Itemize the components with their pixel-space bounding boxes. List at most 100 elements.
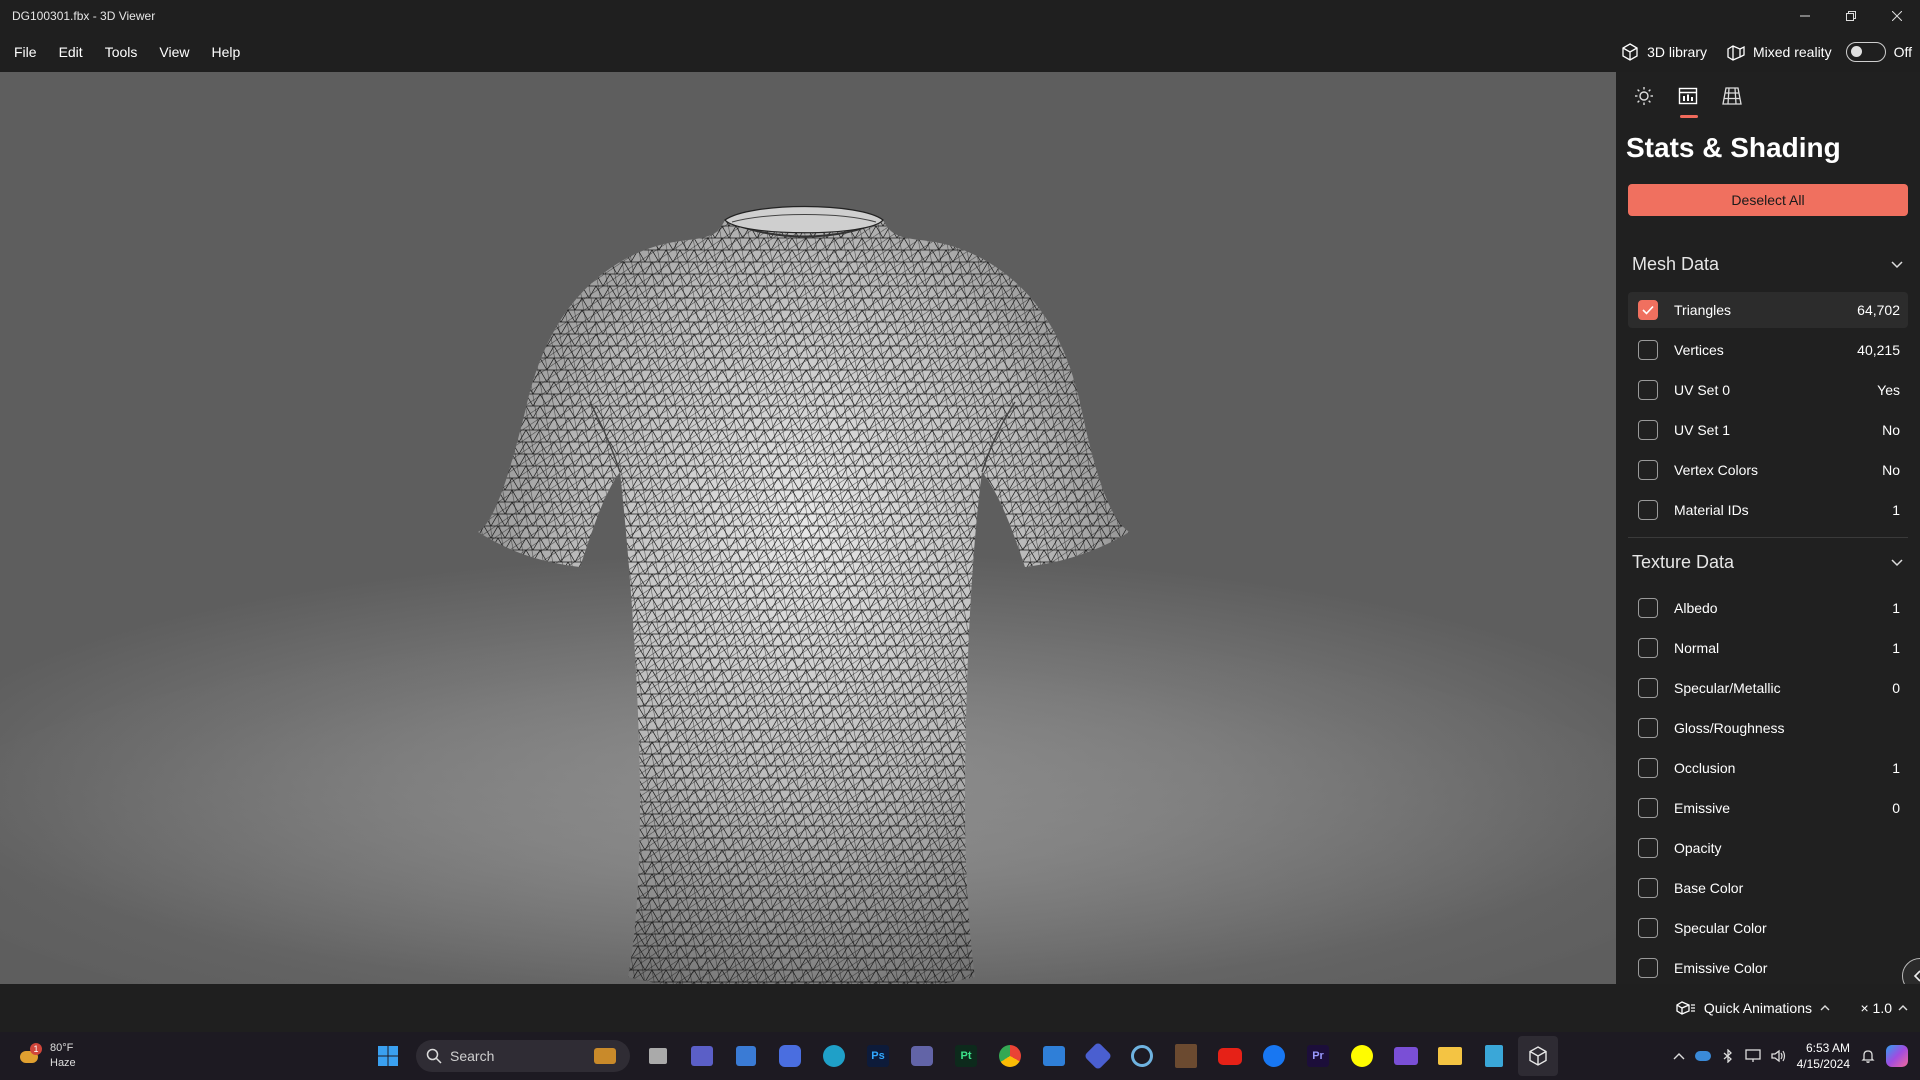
texture-row-opacity[interactable]: Opacity (1628, 830, 1908, 866)
taskbar-youtube[interactable] (1210, 1036, 1250, 1076)
texture-row-emissive-color[interactable]: Emissive Color (1628, 950, 1908, 984)
row-value: No (1882, 462, 1900, 478)
mesh-row-triangles[interactable]: Triangles 64,702 (1628, 292, 1908, 328)
quick-animations-button[interactable]: Quick Animations (1676, 984, 1830, 1032)
3d-viewport[interactable] (0, 72, 1616, 984)
onedrive-icon[interactable] (1694, 1051, 1711, 1061)
3d-model[interactable] (470, 142, 1140, 984)
start-button[interactable] (368, 1036, 408, 1076)
teams-icon (691, 1046, 713, 1066)
system-clock[interactable]: 6:53 AM 4/15/2024 (1797, 1040, 1850, 1072)
checkbox[interactable] (1638, 798, 1658, 818)
menu-help[interactable]: Help (203, 32, 254, 72)
row-label: Specular/Metallic (1674, 680, 1781, 696)
taskbar-task-view[interactable] (638, 1036, 678, 1076)
photoshop-icon: Ps (867, 1045, 889, 1067)
texture-data-header[interactable]: Texture Data (1628, 542, 1912, 582)
mesh-row-vertices[interactable]: Vertices 40,215 (1628, 332, 1908, 368)
taskbar-search[interactable]: Search (416, 1040, 630, 1072)
title-bar: DG100301.fbx - 3D Viewer (0, 0, 1920, 32)
row-value: 1 (1892, 600, 1900, 616)
photos-icon (1043, 1046, 1065, 1066)
system-tray: 6:53 AM 4/15/2024 (1673, 1032, 1908, 1080)
chevron-up-icon[interactable] (1673, 1052, 1685, 1060)
menu-tools[interactable]: Tools (97, 32, 152, 72)
3d-library-button[interactable]: 3D library (1615, 43, 1713, 61)
checkbox[interactable] (1638, 340, 1658, 360)
texture-row-gloss-roughness[interactable]: Gloss/Roughness (1628, 710, 1908, 746)
taskbar-teams[interactable] (902, 1036, 942, 1076)
taskbar-copilot[interactable] (770, 1036, 810, 1076)
menu-view[interactable]: View (151, 32, 203, 72)
restore-button[interactable] (1828, 0, 1874, 32)
mesh-row-uv-set-1[interactable]: UV Set 1 No (1628, 412, 1908, 448)
deselect-all-button[interactable]: Deselect All (1628, 184, 1908, 216)
mesh-row-material-ids[interactable]: Material IDs 1 (1628, 492, 1908, 528)
mixed-reality-toggle[interactable] (1845, 42, 1886, 62)
texture-row-albedo[interactable]: Albedo 1 (1628, 590, 1908, 626)
checkbox[interactable] (1638, 718, 1658, 738)
task-view-icon (649, 1048, 667, 1064)
taskbar-portrait-app[interactable] (1166, 1036, 1206, 1076)
search-highlight-icon (594, 1048, 616, 1064)
checkbox[interactable] (1638, 878, 1658, 898)
clock-time: 6:53 AM (1805, 1041, 1850, 1055)
tab-lighting[interactable] (1628, 72, 1660, 120)
minimize-button[interactable] (1782, 0, 1828, 32)
tab-stats-shading[interactable] (1672, 72, 1704, 120)
checkbox[interactable] (1638, 420, 1658, 440)
taskbar-app-circle[interactable] (1122, 1036, 1162, 1076)
taskbar-store[interactable] (726, 1036, 766, 1076)
copilot-tray-icon[interactable] (1886, 1045, 1908, 1067)
checkbox[interactable] (1638, 838, 1658, 858)
taskbar-photos[interactable] (1034, 1036, 1074, 1076)
taskbar-file-explorer[interactable] (1430, 1036, 1470, 1076)
mesh-row-uv-set-0[interactable]: UV Set 0 Yes (1628, 372, 1908, 408)
stats-icon (1678, 87, 1698, 105)
taskbar-clipchamp[interactable] (1386, 1036, 1426, 1076)
checkbox[interactable] (1638, 758, 1658, 778)
checkbox[interactable] (1638, 300, 1658, 320)
taskbar-substance-painter[interactable]: Pt (946, 1036, 986, 1076)
checkbox[interactable] (1638, 678, 1658, 698)
texture-row-occlusion[interactable]: Occlusion 1 (1628, 750, 1908, 786)
checkbox[interactable] (1638, 380, 1658, 400)
taskbar-snapchat[interactable] (1342, 1036, 1382, 1076)
menu-edit[interactable]: Edit (51, 32, 97, 72)
texture-row-specular-metallic[interactable]: Specular/Metallic 0 (1628, 670, 1908, 706)
taskbar-media[interactable] (1078, 1036, 1118, 1076)
texture-row-emissive[interactable]: Emissive 0 (1628, 790, 1908, 826)
network-icon[interactable] (1744, 1049, 1761, 1063)
texture-row-normal[interactable]: Normal 1 (1628, 630, 1908, 666)
texture-row-base-color[interactable]: Base Color (1628, 870, 1908, 906)
taskbar-facebook[interactable] (1254, 1036, 1294, 1076)
notification-bell-icon[interactable] (1860, 1048, 1876, 1064)
taskbar-photoshop[interactable]: Ps (858, 1036, 898, 1076)
texture-row-specular-color[interactable]: Specular Color (1628, 910, 1908, 946)
checkbox[interactable] (1638, 598, 1658, 618)
checkbox[interactable] (1638, 460, 1658, 480)
tshirt-wireframe-model (478, 205, 1130, 984)
checkbox[interactable] (1638, 958, 1658, 978)
mesh-data-header[interactable]: Mesh Data (1628, 244, 1912, 284)
weather-icon: 1 (16, 1043, 42, 1069)
checkbox[interactable] (1638, 638, 1658, 658)
volume-icon[interactable] (1770, 1049, 1787, 1063)
playback-speed-button[interactable]: × 1.0 (1860, 984, 1908, 1032)
tab-grid[interactable] (1716, 72, 1748, 120)
taskbar-premiere[interactable]: Pr (1298, 1036, 1338, 1076)
taskbar-edge[interactable] (814, 1036, 854, 1076)
taskbar-3d-viewer[interactable] (1518, 1036, 1558, 1076)
mixed-reality-button[interactable]: Mixed reality (1721, 43, 1838, 61)
checkbox[interactable] (1638, 918, 1658, 938)
mixed-reality-label: Mixed reality (1752, 44, 1832, 60)
menu-file[interactable]: File (6, 32, 51, 72)
mesh-row-vertex-colors[interactable]: Vertex Colors No (1628, 452, 1908, 488)
taskbar-chrome[interactable] (990, 1036, 1030, 1076)
bluetooth-icon[interactable] (1721, 1049, 1735, 1063)
close-button[interactable] (1874, 0, 1920, 32)
taskbar-teams-work[interactable] (682, 1036, 722, 1076)
weather-widget[interactable]: 1 80°F Haze (16, 1032, 76, 1080)
checkbox[interactable] (1638, 500, 1658, 520)
taskbar-notepad[interactable] (1474, 1036, 1514, 1076)
